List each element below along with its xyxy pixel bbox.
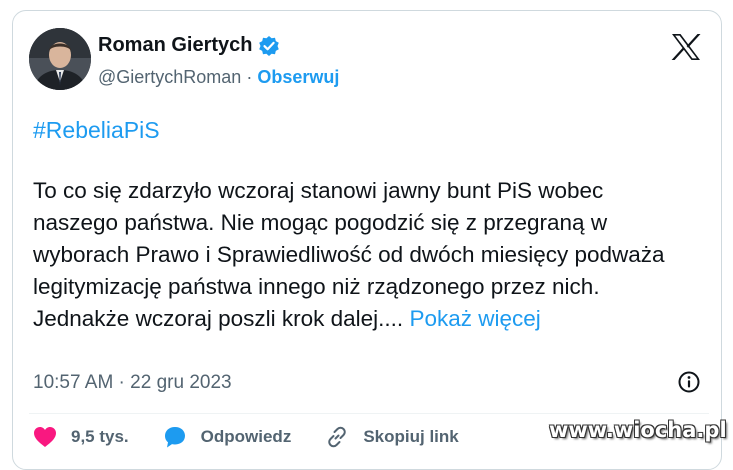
x-logo-icon[interactable]: [671, 33, 701, 61]
like-count: 9,5 tys.: [71, 427, 129, 446]
link-icon: [328, 426, 347, 448]
reply-label: Odpowiedz: [200, 427, 292, 446]
hashtag-link[interactable]: #RebeliaPiS: [33, 117, 160, 144]
show-more-link[interactable]: Pokaż więcej: [409, 306, 540, 331]
info-icon[interactable]: [677, 370, 701, 394]
author-handle-row: @GiertychRoman · Obserwuj: [98, 67, 339, 88]
avatar[interactable]: [29, 28, 91, 90]
tweet-card: Roman Giertych @GiertychRoman · Obserwuj…: [12, 10, 722, 470]
author-handle[interactable]: @GiertychRoman: [98, 67, 241, 87]
actions-divider: [29, 413, 709, 414]
copy-link-label: Skopiuj link: [363, 427, 459, 446]
copy-link-button[interactable]: Skopiuj link: [325, 425, 459, 449]
follow-button[interactable]: Obserwuj: [257, 67, 339, 87]
tweet-timestamp[interactable]: 10:57 AM · 22 gru 2023: [33, 372, 232, 394]
heart-icon: [34, 427, 56, 447]
tweet-body: To co się zdarzyło wczoraj stanowi jawny…: [33, 175, 688, 335]
author-name-row: Roman Giertych: [98, 34, 280, 57]
tweet-body-text: To co się zdarzyło wczoraj stanowi jawny…: [33, 178, 665, 331]
handle-separator: ·: [246, 67, 253, 87]
avatar-photo: [29, 28, 91, 90]
reply-bubble-icon: [164, 427, 185, 448]
tweet-actions-bar: 9,5 tys. Odpowiedz Skopiuj link: [33, 422, 459, 452]
verified-badge-icon[interactable]: [258, 35, 280, 57]
site-watermark: www.wiocha.pl: [549, 418, 727, 442]
reply-button[interactable]: Odpowiedz: [163, 425, 292, 449]
author-display-name[interactable]: Roman Giertych: [98, 34, 252, 57]
like-button[interactable]: 9,5 tys.: [33, 426, 129, 448]
